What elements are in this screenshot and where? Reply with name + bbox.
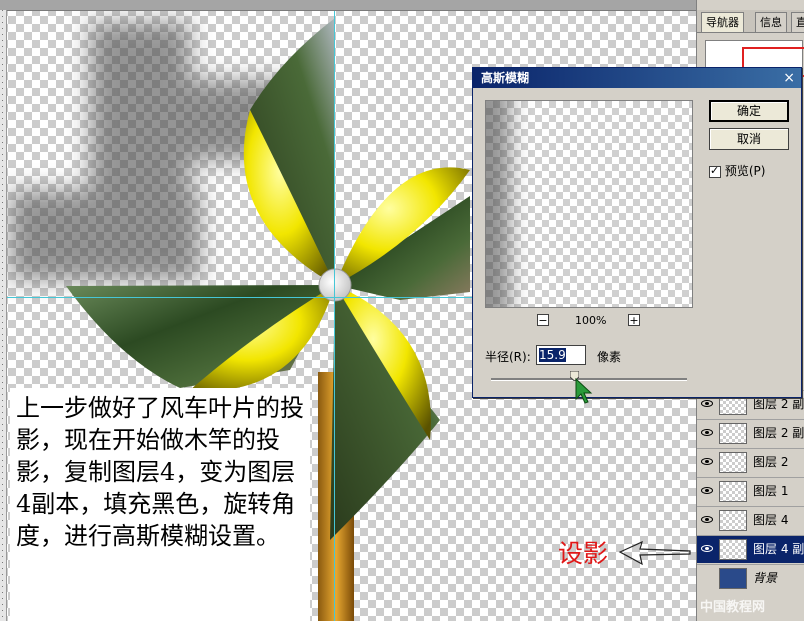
eye-icon[interactable] [700, 426, 714, 440]
tab-info[interactable]: 信息 [755, 12, 787, 32]
cancel-button[interactable]: 取消 [709, 128, 789, 150]
radius-label: 半径(R): [485, 350, 531, 364]
blur-preview[interactable] [485, 100, 693, 308]
eye-icon[interactable] [700, 397, 714, 411]
checkbox-checked-icon[interactable] [709, 164, 721, 178]
unit-label: 像素 [597, 350, 622, 364]
dialog-title-bar[interactable]: 高斯模糊 × [473, 68, 801, 88]
layer-row[interactable]: 图层 1 [697, 477, 804, 505]
gaussian-blur-dialog: 高斯模糊 × − 100% + 确定 取消 预览(P) 半径(R): 15.9 … [472, 67, 802, 404]
zoom-in-button[interactable]: + [628, 314, 640, 326]
zoom-out-button[interactable]: − [537, 314, 549, 326]
eye-icon[interactable] [700, 513, 714, 527]
vertical-guide[interactable] [334, 0, 335, 621]
eye-icon[interactable] [700, 542, 714, 556]
layer-name: 图层 2 [753, 455, 789, 469]
visibility-toggle[interactable] [700, 571, 714, 585]
layer-row-selected[interactable]: 图层 4 副本 [697, 535, 804, 563]
layer-name: 图层 1 [753, 484, 789, 498]
ok-button[interactable]: 确定 [709, 100, 789, 122]
radius-value: 15.9 [539, 348, 566, 362]
arrow-left-icon [618, 540, 691, 566]
layer-name: 背景 [753, 571, 778, 585]
canvas-top-bar [0, 0, 696, 11]
layer-row[interactable]: 图层 2 副本 [697, 419, 804, 447]
annotation-label: 设影 [558, 539, 609, 568]
watermark: 中国教程网 [700, 600, 766, 615]
tab-histogram[interactable]: 直 [791, 12, 804, 32]
layer-row-background[interactable]: 背景 [697, 564, 804, 592]
close-icon[interactable]: × [783, 68, 795, 88]
eye-icon[interactable] [700, 484, 714, 498]
layer-thumbnail [719, 568, 747, 589]
layer-name: 图层 4 [753, 513, 789, 527]
preview-shadow [486, 101, 510, 307]
ruler-left [0, 10, 7, 621]
eye-icon[interactable] [700, 455, 714, 469]
layer-row[interactable]: 图层 4 [697, 506, 804, 534]
layer-thumbnail [719, 481, 747, 502]
layer-thumbnail [719, 510, 747, 531]
radius-input[interactable]: 15.9 [536, 345, 586, 365]
layer-row[interactable]: 图层 2 [697, 448, 804, 476]
zoom-level: 100% [575, 314, 607, 327]
layer-thumbnail [719, 539, 747, 560]
layer-thumbnail [719, 423, 747, 444]
mouse-cursor-icon [575, 378, 593, 404]
preview-checkbox[interactable]: 预览(P) [709, 164, 765, 178]
dialog-title: 高斯模糊 [481, 71, 530, 85]
preview-label: 预览(P) [724, 164, 766, 178]
layer-name: 图层 4 副本 [753, 542, 804, 556]
layer-name: 图层 2 副本 [753, 426, 804, 440]
tab-navigator[interactable]: 导航器 [701, 12, 744, 32]
panel-tabs: 导航器 信息 直 [697, 10, 804, 33]
tutorial-caption: 上一步做好了风车叶片的投影，现在开始做木竿的投影，复制图层4，变为图层4副本，填… [10, 388, 310, 621]
layer-thumbnail [719, 452, 747, 473]
